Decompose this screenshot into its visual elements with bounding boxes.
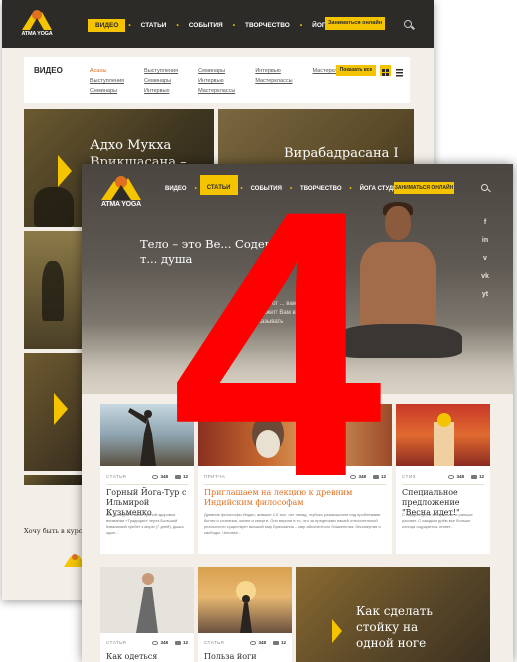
vimeo-icon[interactable]: v: [478, 250, 492, 268]
comment-count: 12: [470, 474, 484, 479]
filter-column: Семинары Интервью Мастерклассы: [198, 66, 235, 96]
nav-dot: •: [232, 22, 235, 29]
nav-creativity[interactable]: ТВОРЧЕСТВО: [238, 19, 297, 32]
comment-count: 12: [174, 640, 188, 645]
filter-column: Интервью Мастерклассы: [255, 66, 292, 96]
video-thumbnail: [24, 353, 82, 471]
view-count: 348: [448, 474, 464, 479]
filter-link[interactable]: Семинары: [90, 86, 124, 96]
logo[interactable]: ATMA YOGA: [98, 172, 144, 212]
search-icon[interactable]: [404, 20, 412, 28]
filter-link[interactable]: Асаны: [90, 66, 124, 76]
yogi-silhouette: [34, 187, 74, 227]
nav-dot: •: [299, 22, 303, 29]
facebook-icon[interactable]: f: [478, 214, 492, 232]
logo-text: ATMA YOGA: [100, 201, 142, 208]
article-image: [198, 567, 292, 633]
vk-icon[interactable]: vk: [478, 268, 492, 286]
article-card[interactable]: СТАТЬЯ 348 12 Как одеться: [100, 567, 194, 662]
eye-icon: [250, 641, 257, 645]
nav-articles[interactable]: СТАТЬИ: [134, 19, 174, 32]
nav-video[interactable]: ВИДЕО: [88, 19, 126, 32]
filter-columns: Асаны Выступления Семинары Выступления С…: [90, 66, 350, 96]
video-card[interactable]: [24, 231, 82, 349]
article-category: СТАТЬЯ: [204, 640, 225, 645]
eye-icon: [152, 641, 159, 645]
filter-link[interactable]: Выступления: [144, 66, 178, 76]
logo-text: ATMA YOGA: [21, 31, 53, 37]
filter-link[interactable]: Мастерклассы: [198, 86, 235, 96]
article-excerpt: С каждым днём все раньше и раньше рассве…: [402, 512, 473, 529]
filter-link[interactable]: Интервью: [255, 66, 292, 76]
article-title[interactable]: Приглашаем на лекцию к древним Индийским…: [204, 488, 386, 508]
article-category: СТАТЬЯ: [106, 474, 127, 479]
grid-view-icon[interactable]: [380, 65, 391, 76]
article-excerpt: Мы пройдём с вами тропой здоровья вниман…: [106, 512, 184, 535]
sunset-image: [236, 581, 256, 633]
filter-heading: ВИДЕО: [34, 66, 63, 75]
video-title: Как сделать стойку на одной ноге: [356, 604, 433, 650]
article-card[interactable]: СТИХ 348 12 Специальное предложение "Вес…: [396, 404, 490, 554]
play-icon[interactable]: [332, 619, 342, 643]
comment-icon: [470, 474, 477, 479]
filter-link[interactable]: Выступления: [90, 76, 124, 86]
list-view-icon[interactable]: [394, 65, 405, 77]
youtube-icon[interactable]: yt: [478, 286, 492, 304]
play-icon[interactable]: [54, 393, 68, 425]
filter-column: Выступления Семинары Интервью: [144, 66, 178, 96]
view-count: 348: [250, 640, 266, 645]
logo[interactable]: ATMA YOGA: [20, 6, 54, 40]
nav-dot: •: [176, 22, 179, 29]
social-bar: f in v vk yt: [478, 214, 492, 304]
video-thumbnail: [24, 475, 82, 485]
filter-link[interactable]: Семинары: [198, 66, 235, 76]
comment-count: 12: [272, 640, 286, 645]
filter-link[interactable]: Интервью: [198, 76, 235, 86]
nav-dot: •: [128, 22, 131, 29]
divider: [402, 484, 484, 485]
online-button[interactable]: Заниматься онлайн: [325, 17, 385, 30]
search-icon[interactable]: [481, 184, 488, 191]
subscribe-text: Хочу быть в курсе: [24, 527, 87, 535]
linkedin-icon[interactable]: in: [478, 232, 492, 250]
filter-column: Асаны Выступления Семинары: [90, 66, 124, 96]
comment-icon: [174, 640, 181, 645]
nav-events[interactable]: СОБЫТИЯ: [182, 19, 230, 32]
video-filter: ВИДЕО Асаны Выступления Семинары Выступл…: [24, 57, 410, 103]
filter-link[interactable]: Семинары: [144, 76, 178, 86]
video-card[interactable]: [24, 475, 82, 485]
article-excerpt: Древние философы Индии, жившие 2,5 тыс. …: [204, 512, 381, 535]
article-title[interactable]: Польза йоги: [204, 652, 257, 661]
filter-link[interactable]: Интервью: [144, 86, 178, 96]
view-count: 348: [152, 640, 168, 645]
back-header: ATMA YOGA ВИДЕО • СТАТЬИ • СОБЫТИЯ • ТВО…: [2, 0, 434, 48]
comment-icon: [272, 640, 279, 645]
article-meta: СТАТЬЯ 348 12: [106, 640, 188, 648]
numeral-text: 4: [171, 185, 385, 485]
back-nav: ВИДЕО • СТАТЬИ • СОБЫТИЯ • ТВОРЧЕСТВО • …: [88, 19, 365, 32]
logo-icon: [101, 176, 141, 200]
filter-link[interactable]: Мастерклассы: [255, 76, 292, 86]
article-image: [100, 567, 194, 633]
article-meta: СТИХ 348 12: [402, 474, 484, 482]
yogi-silhouette: [42, 261, 64, 321]
article-meta: СТАТЬЯ 348 12: [204, 640, 286, 648]
eye-icon: [448, 475, 455, 479]
show-all-button[interactable]: Показать все: [336, 65, 376, 76]
article-title[interactable]: Как одеться: [106, 652, 157, 661]
temple-image: [434, 413, 454, 466]
video-card[interactable]: Как сделать стойку на одной ноге: [296, 567, 490, 662]
play-icon[interactable]: [58, 155, 72, 187]
article-image: [396, 404, 490, 466]
overlay-numeral: 4: [171, 185, 385, 485]
article-card[interactable]: СТАТЬЯ 348 12 Польза йоги: [198, 567, 292, 662]
video-card[interactable]: [24, 353, 82, 471]
video-title: Вирабадрасана I: [284, 146, 399, 161]
article-category: СТАТЬЯ: [106, 640, 127, 645]
yoga-pose-image: [136, 573, 158, 633]
logo-icon: [22, 10, 52, 30]
